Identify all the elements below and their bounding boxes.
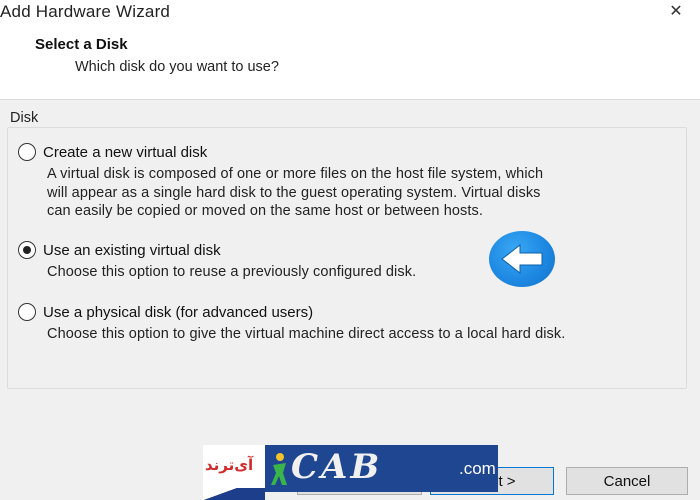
arrow-left-icon	[489, 231, 555, 287]
person-icon	[271, 453, 287, 485]
title-bar: Add Hardware Wizard ✕	[0, 0, 700, 26]
wizard-header: Select a Disk Which disk do you want to …	[0, 26, 700, 100]
option-use-existing-disk: Use an existing virtual disk Choose this…	[18, 241, 678, 282]
watermark-banner: آی‌ترند CAB .com	[203, 445, 498, 500]
cancel-button[interactable]: Cancel	[566, 467, 688, 495]
window-title: Add Hardware Wizard	[0, 2, 171, 21]
radio-create-new-disk[interactable]: Create a new virtual disk	[18, 143, 678, 161]
disk-group-label: Disk	[10, 110, 43, 126]
radio-use-existing-disk[interactable]: Use an existing virtual disk	[18, 241, 678, 259]
watermark-domain: .com	[459, 459, 496, 478]
option-description: Choose this option to reuse a previously…	[47, 264, 417, 280]
option-label[interactable]: Use a physical disk (for advanced users)	[43, 304, 313, 321]
watermark-persian-text: آی‌ترند	[205, 456, 254, 474]
option-description: A virtual disk is composed of one or mor…	[47, 166, 544, 219]
option-label[interactable]: Create a new virtual disk	[43, 144, 207, 161]
radio-button-selected[interactable]	[18, 241, 36, 259]
radio-button[interactable]	[18, 143, 36, 161]
radio-use-physical-disk[interactable]: Use a physical disk (for advanced users)	[18, 303, 678, 321]
add-hardware-wizard-window: Add Hardware Wizard ✕ Select a Disk Whic…	[0, 0, 700, 500]
watermark-logo: CAB	[291, 447, 383, 487]
page-title: Select a Disk	[35, 36, 128, 53]
option-create-new-disk: Create a new virtual disk A virtual disk…	[18, 143, 678, 221]
watermark-stripe	[203, 488, 265, 500]
option-use-physical-disk: Use a physical disk (for advanced users)…	[18, 303, 678, 344]
close-icon[interactable]: ✕	[666, 2, 686, 22]
option-description: Choose this option to give the virtual m…	[47, 326, 566, 342]
radio-button[interactable]	[18, 303, 36, 321]
page-subtitle: Which disk do you want to use?	[75, 59, 279, 75]
option-label[interactable]: Use an existing virtual disk	[43, 242, 221, 259]
